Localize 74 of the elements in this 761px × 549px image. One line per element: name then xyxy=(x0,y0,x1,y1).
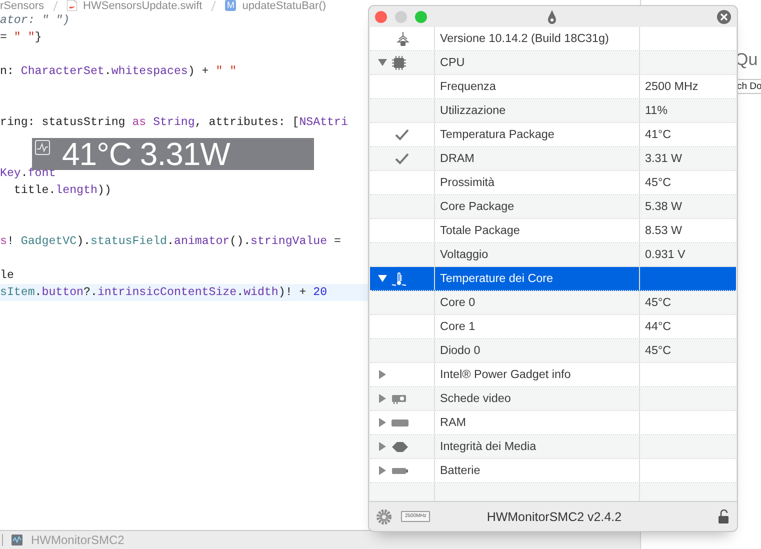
table-row[interactable]: Diodo 0 45°C xyxy=(370,339,736,363)
battery-icon xyxy=(391,466,409,476)
sensor-value: 41°C xyxy=(645,128,672,141)
disclosure-triangle[interactable] xyxy=(378,418,387,427)
sensor-name: Batterie xyxy=(440,464,480,477)
disclosure-triangle[interactable] xyxy=(378,370,387,379)
sensor-name: Prossimità xyxy=(440,176,495,189)
memory-module-icon xyxy=(391,418,409,428)
disclosure-triangle[interactable] xyxy=(378,274,387,283)
sensor-value: 11% xyxy=(645,104,668,117)
sensor-name: Totale Package xyxy=(440,224,520,237)
gear-icon[interactable] xyxy=(375,508,393,526)
disclosure-triangle[interactable] xyxy=(378,394,387,403)
sensor-name: Voltaggio xyxy=(440,248,488,261)
sensor-name: Temperatura Package xyxy=(440,128,554,141)
sensor-value: 2500 MHz xyxy=(645,80,698,93)
table-row[interactable]: Utilizzazione 11% xyxy=(370,99,736,123)
table-row[interactable]: Integrità dei Media xyxy=(370,435,736,459)
app-icon xyxy=(11,534,23,546)
device-icon xyxy=(395,30,411,46)
sensor-name: Frequenza xyxy=(440,80,496,93)
sensor-value: 45°C xyxy=(645,296,672,309)
drop-icon xyxy=(547,9,557,25)
sensor-value: 5.38 W xyxy=(645,200,682,213)
table-row[interactable]: CPU xyxy=(370,51,736,75)
sensor-value: 45°C xyxy=(645,344,672,357)
code-line: s! GadgetVC).statusField.animator().stringValue = xyxy=(0,235,341,248)
sensor-name: Utilizzazione xyxy=(440,104,506,117)
table-row[interactable]: DRAM 3.31 W xyxy=(370,147,736,171)
sensor-name: Versione 10.14.2 (Build 18C31g) xyxy=(440,32,609,45)
sensor-name: Core 0 xyxy=(440,296,476,309)
code-line: = " "} xyxy=(0,31,42,44)
sensor-name: Temperature dei Core xyxy=(440,272,554,285)
table-row[interactable]: Voltaggio 0.931 V xyxy=(370,243,736,267)
code-line: ring: statusString as String, attributes: [NSAttri xyxy=(0,116,348,129)
sensor-value: 8.53 W xyxy=(645,224,682,237)
disclosure-triangle[interactable] xyxy=(378,442,387,451)
code-line: sItem.button?.intrinsicContentSize.width)! + 20 xyxy=(0,286,328,299)
sensor-name: Schede video xyxy=(440,392,511,405)
thermometer-icon xyxy=(391,270,407,286)
lock-icon[interactable] xyxy=(718,509,729,524)
code-line: n: CharacterSet.whitespaces) + " " xyxy=(0,65,237,78)
code-line: title.length)) xyxy=(12,184,112,197)
sensor-value: 44°C xyxy=(645,320,672,333)
table-row[interactable]: Schede video xyxy=(370,387,736,411)
sensor-name: RAM xyxy=(440,416,466,429)
table-row[interactable]: Core Package 5.38 W xyxy=(370,195,736,219)
swift-file-icon xyxy=(67,0,78,11)
code-line: le xyxy=(0,269,14,282)
chip-icon xyxy=(391,54,407,70)
sensor-value: 45°C xyxy=(645,176,672,189)
close-button[interactable] xyxy=(717,10,731,24)
sensor-name: Integrità dei Media xyxy=(440,440,536,453)
hexagon-icon xyxy=(391,440,409,452)
disclosure-triangle[interactable] xyxy=(378,466,387,475)
code-line: ator: " ") xyxy=(0,14,70,27)
table-row[interactable]: Core 0 45°C xyxy=(370,291,736,315)
window-control[interactable] xyxy=(375,10,387,22)
activity-icon xyxy=(35,140,50,155)
table-row[interactable]: Temperature dei Core xyxy=(370,267,736,291)
sensor-name: Core 1 xyxy=(440,320,476,333)
sensor-value: 3.31 W xyxy=(645,152,682,165)
app-version: HWMonitorSMC2 v2.4.2 xyxy=(486,510,623,524)
window-control[interactable] xyxy=(415,10,427,22)
sensor-name: DRAM xyxy=(440,152,474,165)
sensor-value: 0.931 V xyxy=(645,248,686,261)
sensor-name: CPU xyxy=(440,56,465,69)
graphics-card-icon xyxy=(391,392,407,404)
disclosure-triangle[interactable] xyxy=(378,58,387,67)
sensor-name: Intel® Power Gadget info xyxy=(440,368,571,381)
close-icon xyxy=(720,12,728,20)
sensor-name: Core Package xyxy=(440,200,514,213)
method-badge: M xyxy=(225,0,236,11)
sensor-name: Diodo 0 xyxy=(440,344,480,357)
